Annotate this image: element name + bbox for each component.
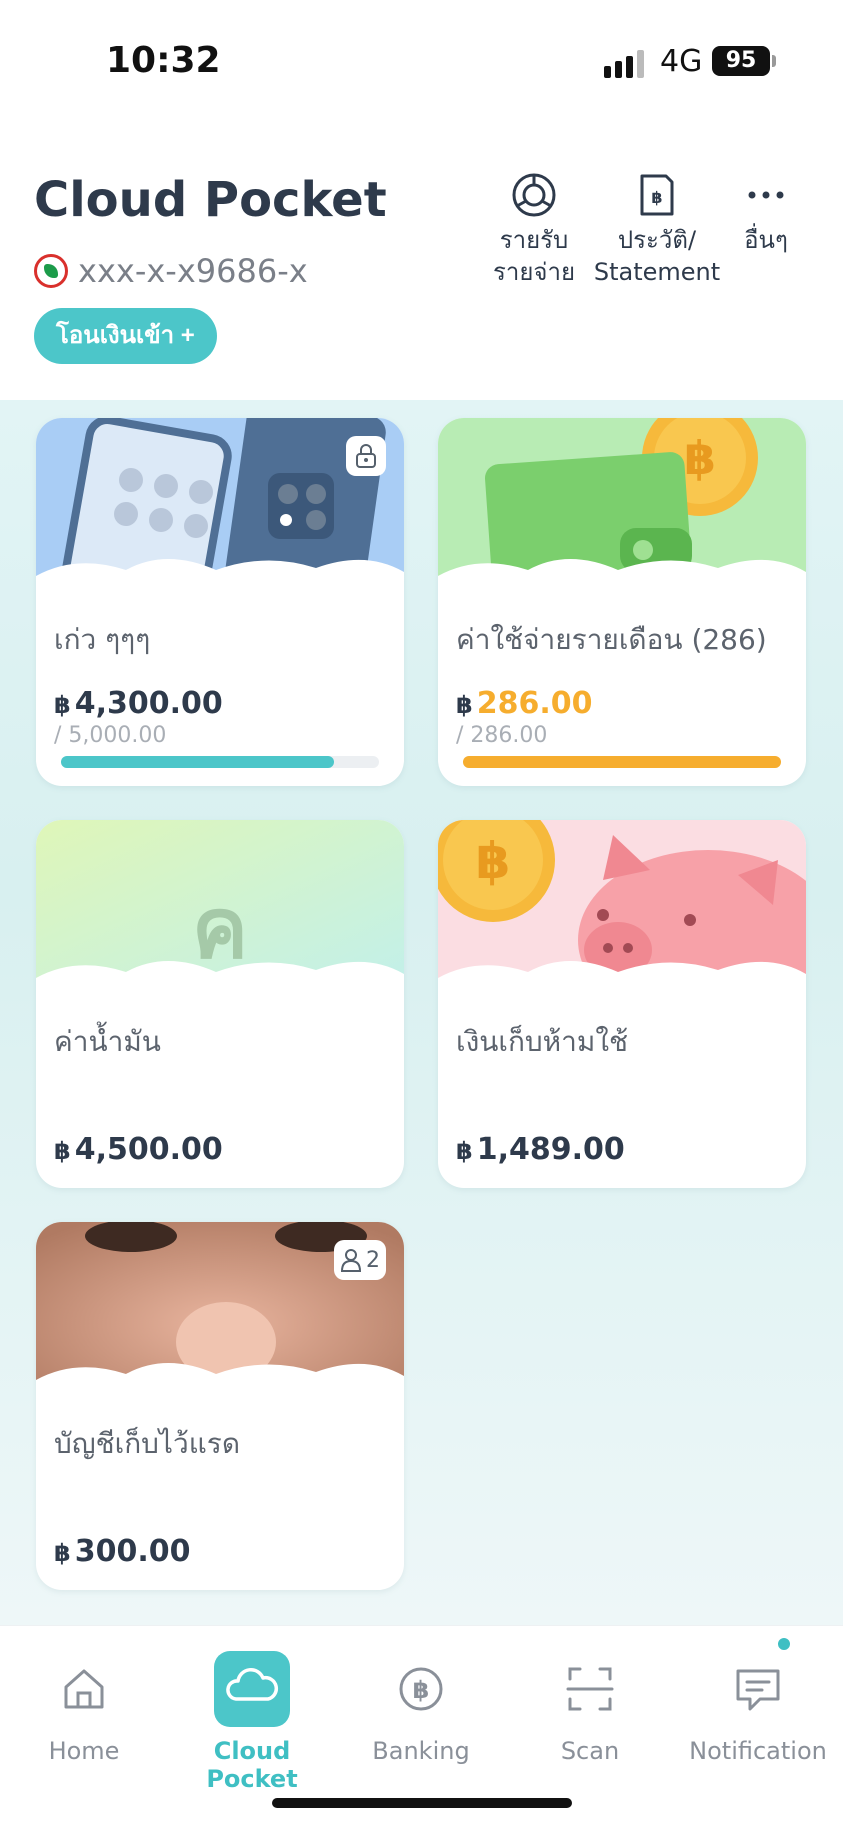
pocket-progress <box>463 756 781 768</box>
pocket-amount-value: 4,300.00 <box>74 686 223 721</box>
nav-scan-label: Scan <box>560 1737 620 1765</box>
pocket-name: เงินเก็บห้ามใช้ <box>456 1025 628 1058</box>
pocket-target: / 286.00 <box>456 723 548 748</box>
home-indicator <box>272 1798 572 1808</box>
cloud-icon <box>214 1651 290 1727</box>
nav-notification-label: Notification <box>689 1737 827 1765</box>
statement-icon: ฿ <box>640 174 674 216</box>
pocket-amount-value: 300.00 <box>74 1534 191 1569</box>
nav-notification[interactable]: Notification <box>678 1651 838 1765</box>
pocket-card[interactable]: 2 บัญชีเก็บไว้แรด ฿ 300.00 <box>36 1222 404 1590</box>
currency-symbol: ฿ <box>54 1539 71 1567</box>
currency-symbol: ฿ <box>54 691 71 719</box>
battery-indicator: 95 <box>712 46 770 76</box>
person-icon <box>340 1249 362 1272</box>
members-badge: 2 <box>334 1240 386 1280</box>
more-icon <box>748 191 784 199</box>
pocket-amount: ฿ 4,500.00 <box>54 1132 223 1167</box>
pocket-name: ค่าน้ำมัน <box>54 1025 161 1058</box>
pocket-amount-value: 286.00 <box>476 686 593 721</box>
bank-logo <box>34 254 68 288</box>
svg-text:฿: ฿ <box>413 1676 430 1704</box>
lock-badge <box>346 436 386 476</box>
income-expense-label-1: รายรับ <box>499 226 569 254</box>
cloud-divider <box>36 961 404 1010</box>
pocket-target: / 5,000.00 <box>54 723 167 748</box>
income-expense-label-2: รายจ่าย <box>492 258 576 286</box>
pocket-progress-fill <box>463 756 781 768</box>
pocket-progress-fill <box>61 756 335 768</box>
pocket-progress <box>61 756 379 768</box>
cloud-divider <box>438 559 806 608</box>
notification-dot <box>775 1635 793 1653</box>
page-header: Cloud Pocket xxx-x-x9686-x โอนเงินเข้า +… <box>0 110 843 400</box>
nav-home-label: Home <box>48 1737 120 1765</box>
pocket-name: เก่ว ๆๆๆ <box>54 623 151 656</box>
currency-symbol: ฿ <box>456 1137 473 1165</box>
more-button[interactable]: อื่นๆ <box>728 172 804 256</box>
nav-scan[interactable]: Scan <box>510 1651 670 1765</box>
pocket-amount-value: 4,500.00 <box>74 1132 223 1167</box>
currency-symbol: ฿ <box>456 691 473 719</box>
pocket-name: บัญชีเก็บไว้แรด <box>54 1427 241 1460</box>
pocket-card[interactable]: เก่ว ๆๆๆ ฿ 4,300.00 / 5,000.00 <box>36 418 404 786</box>
svg-text:฿: ฿ <box>476 832 511 890</box>
pie-chart-icon <box>512 173 556 217</box>
pocket-amount: ฿ 1,489.00 <box>456 1132 625 1167</box>
page-title: Cloud Pocket <box>34 172 387 228</box>
cloud-divider <box>36 1363 404 1412</box>
statement-label-1: ประวัติ/ <box>617 226 697 254</box>
pocket-amount: ฿ 300.00 <box>54 1534 190 1569</box>
pocket-amount: ฿ 286.00 <box>456 686 592 721</box>
transfer-in-button[interactable]: โอนเงินเข้า + <box>34 308 217 364</box>
nav-banking[interactable]: ฿ Banking <box>341 1651 501 1765</box>
signal-icon <box>604 50 644 78</box>
pocket-card[interactable]: ฿ ค่าใช้จ่ายรายเดือน (286) ฿ 286.00 / 286… <box>438 418 806 786</box>
pocket-name: ค่าใช้จ่ายรายเดือน (286) <box>456 623 767 656</box>
members-count: 2 <box>366 1247 380 1273</box>
chat-bubble-icon <box>736 1669 780 1711</box>
home-icon <box>64 1669 104 1709</box>
nav-banking-label: Banking <box>372 1737 470 1765</box>
svg-text:฿: ฿ <box>684 431 716 485</box>
svg-text:฿: ฿ <box>651 188 662 207</box>
account-number: xxx-x-x9686-x <box>78 252 308 290</box>
statement-label-2: Statement <box>593 258 721 286</box>
statement-button[interactable]: ฿ ประวัติ/ Statement <box>592 172 722 288</box>
pocket-amount-value: 1,489.00 <box>476 1132 625 1167</box>
account-row: xxx-x-x9686-x <box>34 252 308 290</box>
status-bar: 10:32 4G 95 <box>0 0 843 110</box>
status-time: 10:32 <box>106 40 221 81</box>
more-label: อื่นๆ <box>744 226 788 254</box>
nav-cloud-pocket-label: Cloud Pocket <box>206 1737 298 1793</box>
pocket-amount: ฿ 4,300.00 <box>54 686 223 721</box>
baht-coin-icon: ฿ <box>399 1667 443 1711</box>
income-expense-button[interactable]: รายรับ รายจ่าย <box>484 172 584 288</box>
pocket-card[interactable]: ค ค่าน้ำมัน ฿ 4,500.00 <box>36 820 404 1188</box>
pocket-grid: เก่ว ๆๆๆ ฿ 4,300.00 / 5,000.00 ฿ ค่าใช้จ่… <box>0 400 843 1625</box>
lock-icon <box>356 444 376 468</box>
battery-tip <box>772 55 776 67</box>
scan-icon <box>566 1667 614 1711</box>
cloud-divider <box>438 961 806 1010</box>
cloud-divider <box>36 559 404 608</box>
nav-home[interactable]: Home <box>4 1651 164 1765</box>
nav-cloud-pocket[interactable]: Cloud Pocket <box>172 1651 332 1793</box>
currency-symbol: ฿ <box>54 1137 71 1165</box>
network-type: 4G <box>660 44 703 79</box>
pocket-card[interactable]: ฿ เงินเก็บห้ามใช้ ฿ 1,489.00 <box>438 820 806 1188</box>
